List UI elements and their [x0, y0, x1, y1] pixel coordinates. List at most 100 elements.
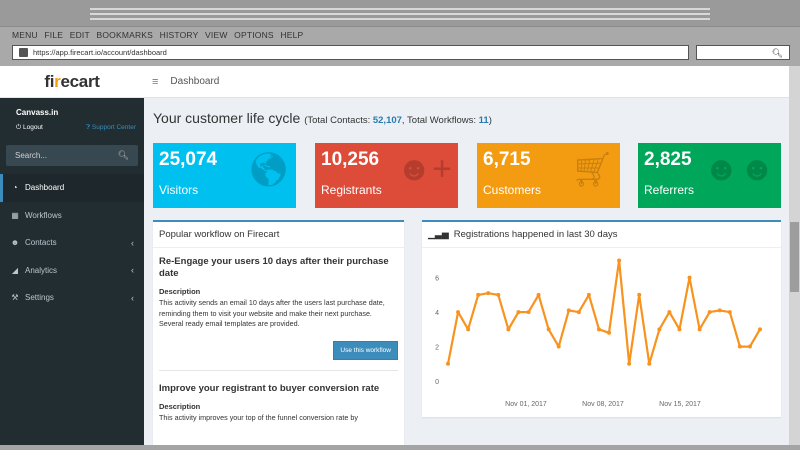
y-tick-label: 0 — [435, 379, 439, 386]
data-point[interactable] — [506, 327, 511, 332]
menu-item-options[interactable]: OPTIONS — [234, 30, 274, 40]
help-circle-icon: ❓︎ — [86, 124, 91, 131]
sidebar-item-analytics[interactable]: ◢ Analytics ‹ — [0, 257, 144, 285]
data-point[interactable] — [596, 327, 601, 332]
address-bar-url[interactable]: https://app.firecart.io/account/dashboar… — [33, 48, 167, 57]
data-point[interactable] — [727, 310, 732, 315]
data-point[interactable] — [687, 275, 692, 280]
chart-panel-header: ▁▃▅ Registrations happened in last 30 da… — [422, 222, 781, 248]
stat-value: 10,256 — [321, 149, 380, 170]
data-point[interactable] — [586, 292, 591, 297]
data-point[interactable] — [536, 292, 541, 297]
area-chart-icon: ◢ — [11, 265, 19, 275]
chevron-left-icon: ‹ — [131, 292, 134, 303]
address-bar[interactable]: https://app.firecart.io/account/dashboar… — [12, 45, 689, 60]
menu-item-edit[interactable]: EDIT — [70, 30, 90, 40]
hamburger-menu-icon[interactable]: ≡ — [152, 76, 158, 88]
group-icon: ☻☻ — [703, 150, 775, 188]
total-contacts-value: 52,107 — [372, 115, 402, 126]
data-point[interactable] — [486, 291, 491, 296]
menu-item-file[interactable]: FILE — [44, 30, 63, 40]
data-point[interactable] — [758, 327, 762, 332]
data-point[interactable] — [607, 330, 612, 335]
menu-item-bookmarks[interactable]: BOOKMARKS — [96, 30, 153, 40]
workflow-description: This activity sends an email 10 days aft… — [159, 298, 385, 328]
data-point[interactable] — [526, 310, 531, 315]
data-point[interactable] — [476, 292, 481, 297]
scrollbar-thumb[interactable] — [790, 222, 799, 292]
stat-box-visitors[interactable]: 25,074 Visitors 🌎︎ — [153, 143, 296, 208]
browser-menubar: MENU FILE EDIT BOOKMARKS HISTORY VIEW OP… — [12, 30, 307, 40]
popular-workflow-panel: Popular workflow on Firecart Re-Engage y… — [153, 220, 404, 445]
data-point[interactable] — [556, 344, 561, 349]
stat-box-registrants[interactable]: 10,256 Registrants ☻+ — [315, 143, 458, 208]
stat-box-referrers[interactable]: 2,825 Referrers ☻☻ — [638, 143, 781, 208]
sidebar-item-contacts[interactable]: ☻ Contacts ‹ — [0, 229, 144, 257]
series-line — [446, 259, 761, 365]
search-icon[interactable]: 🔍︎ — [118, 150, 129, 161]
window-titlebar[interactable] — [0, 0, 800, 27]
description-label: Description — [159, 401, 201, 411]
data-point[interactable] — [657, 327, 662, 332]
search-icon[interactable]: 🔍︎ — [772, 48, 783, 59]
data-point[interactable] — [747, 344, 752, 349]
data-point[interactable] — [667, 310, 672, 315]
sidebar-item-workflows[interactable]: ▦ Workflows — [0, 202, 144, 230]
sidebar: firecart Canvass.in ⏻ Logout ❓︎ Support … — [0, 66, 144, 445]
firecart-logo[interactable]: firecart — [44, 72, 100, 92]
stat-label: Customers — [483, 183, 542, 197]
data-point[interactable] — [647, 361, 652, 366]
titlebar-grip-line — [90, 18, 710, 20]
data-point[interactable] — [677, 327, 682, 332]
chevron-left-icon: ‹ — [131, 237, 134, 248]
data-point[interactable] — [566, 308, 571, 313]
user-plus-icon: ☻+ — [396, 150, 452, 188]
menu-item-view[interactable]: VIEW — [205, 30, 228, 40]
sidebar-item-dashboard[interactable]: ◔ Dashboard — [0, 174, 144, 202]
use-workflow-button[interactable]: Use this workflow — [333, 340, 398, 360]
sidebar-item-settings[interactable]: ⚒ Settings ‹ — [0, 284, 144, 312]
sidebar-item-label: Dashboard — [25, 183, 65, 193]
menu-item-menu[interactable]: MENU — [12, 30, 38, 40]
sidebar-item-label: Analytics — [25, 265, 58, 275]
favicon-icon — [19, 48, 28, 57]
data-point[interactable] — [496, 292, 501, 297]
data-point[interactable] — [617, 258, 622, 263]
workflow-description: This activity improves your top of the f… — [159, 412, 358, 422]
data-point[interactable] — [546, 327, 551, 332]
data-point[interactable] — [717, 308, 722, 313]
titlebar-grip-line — [90, 13, 710, 15]
logo-area[interactable]: firecart — [0, 66, 144, 98]
data-point[interactable] — [446, 361, 450, 366]
data-point[interactable] — [576, 310, 581, 315]
data-point[interactable] — [637, 292, 642, 297]
cart-icon: 🛒︎ — [570, 151, 614, 189]
menu-item-help[interactable]: HELP — [280, 30, 303, 40]
user-panel: Canvass.in ⏻ Logout ❓︎ Support Center — [16, 108, 136, 132]
panel-title: Registrations happened in last 30 days — [453, 229, 618, 240]
data-point[interactable] — [456, 310, 461, 315]
dashboard-icon: ◔ — [12, 183, 18, 193]
data-point[interactable] — [737, 344, 742, 349]
sidebar-item-label: Contacts — [25, 238, 57, 248]
data-point[interactable] — [466, 327, 471, 332]
data-point[interactable] — [707, 310, 712, 315]
y-tick-label: 2 — [435, 345, 439, 352]
x-tick-label: Nov 08, 2017 — [582, 401, 624, 408]
bar-chart-icon: ▁▃▅ — [428, 229, 449, 239]
power-icon: ⏻ — [16, 124, 22, 131]
menu-item-history[interactable]: HISTORY — [160, 30, 199, 40]
data-point[interactable] — [627, 361, 632, 366]
browser-chrome: MENU FILE EDIT BOOKMARKS HISTORY VIEW OP… — [0, 0, 800, 66]
sidebar-nav: ◔ Dashboard ▦ Workflows ☻ Contacts ‹ ◢ A… — [0, 174, 144, 312]
main-content: Your customer life cycle (Total Contacts… — [153, 110, 783, 126]
y-tick-label: 4 — [435, 310, 439, 317]
support-center-link[interactable]: ❓︎ Support Center — [86, 124, 136, 132]
sidebar-search-input[interactable]: Search... 🔍︎ — [6, 145, 138, 166]
data-point[interactable] — [516, 310, 521, 315]
users-icon: ☻ — [10, 238, 20, 248]
data-point[interactable] — [697, 327, 702, 332]
browser-search-input[interactable]: 🔍︎ — [696, 45, 790, 60]
logout-link[interactable]: ⏻ Logout — [16, 124, 43, 132]
stat-box-customers[interactable]: 6,715 Customers 🛒︎ — [477, 143, 620, 208]
